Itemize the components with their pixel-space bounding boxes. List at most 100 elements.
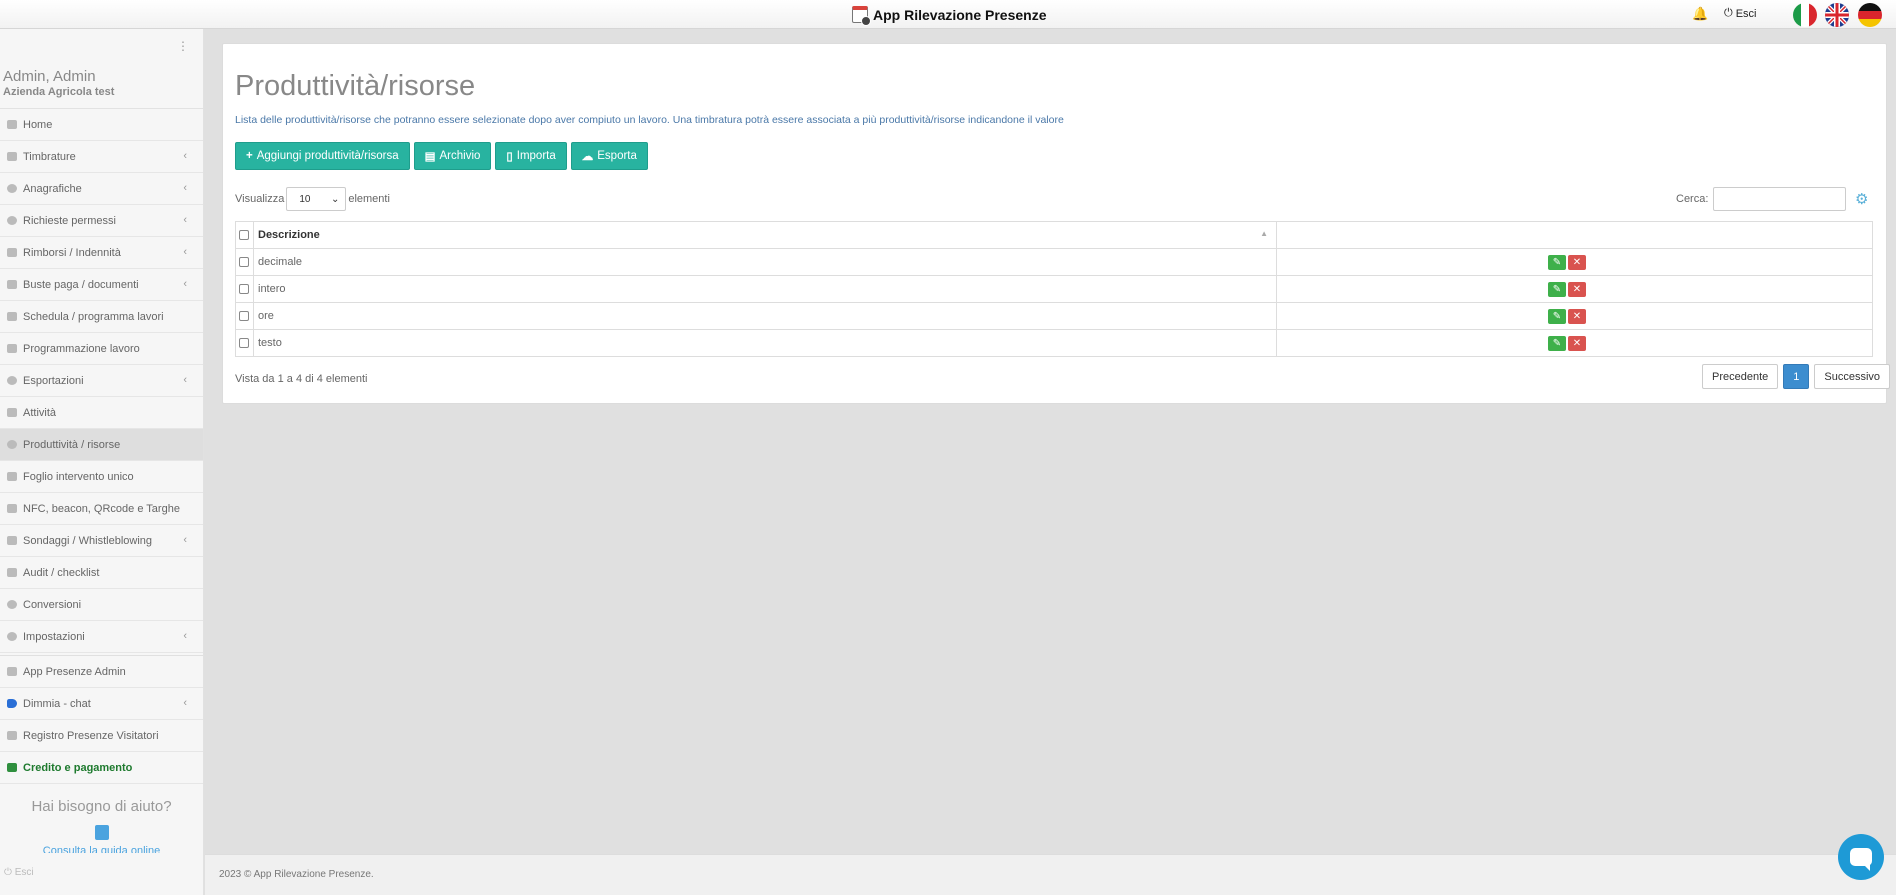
- sidebar: ⋮ Admin, Admin Azienda Agricola test Hom…: [0, 29, 204, 895]
- sidebar-item-sondaggi[interactable]: Sondaggi / Whistleblowing ‹: [0, 525, 203, 557]
- sidebar-item-dimmia-chat[interactable]: Dimmia - chat ‹: [0, 688, 203, 720]
- app-title-text: App Rilevazione Presenze: [873, 6, 1047, 23]
- chevron-left-icon: ‹: [183, 214, 187, 226]
- convert-icon: [7, 600, 17, 609]
- flag-german-icon[interactable]: [1858, 3, 1882, 27]
- power-icon: ⏻: [1724, 7, 1733, 19]
- help-title: Hai bisogno di aiuto?: [31, 798, 172, 815]
- search-input[interactable]: [1713, 187, 1847, 211]
- sidebar-item-esportazioni[interactable]: Esportazioni ‹: [0, 365, 203, 397]
- chat-bubble-icon: [1850, 848, 1872, 871]
- sheet-icon: [7, 472, 17, 481]
- sidebar-item-anagrafiche[interactable]: Anagrafiche ‹: [0, 173, 203, 205]
- tasks-icon: [7, 408, 17, 417]
- dimmia-icon: [7, 699, 17, 708]
- sidebar-item-app-presenze-admin[interactable]: App Presenze Admin: [0, 656, 203, 688]
- next-page-button[interactable]: Successivo: [1814, 364, 1891, 389]
- action-buttons: + Aggiungi produttività/risorsa ▤ Archivio…: [235, 142, 648, 170]
- pen-icon: [7, 731, 17, 740]
- sidebar-item-schedula[interactable]: Schedula / programma lavori: [0, 301, 203, 333]
- calendar-clock-icon: [852, 6, 871, 26]
- page-title: Produttività/risorse: [235, 70, 476, 102]
- sidebar-item-buste-paga[interactable]: Buste paga / documenti ‹: [0, 269, 203, 301]
- column-header-descrizione[interactable]: Descrizione ▲: [253, 221, 1277, 249]
- main-panel: Produttività/risorse Lista delle produtt…: [222, 43, 1891, 404]
- chevron-left-icon: ‹: [183, 150, 187, 162]
- table-row: intero ✎ ✕: [235, 275, 1873, 303]
- sidebar-logout[interactable]: ⏻ Esci: [4, 867, 34, 878]
- chevron-down-icon: ⌄: [330, 193, 340, 205]
- table-row: testo ✎ ✕: [235, 329, 1873, 357]
- help-link[interactable]: Consulta la guida online: [0, 845, 203, 853]
- flag-english-icon[interactable]: [1825, 3, 1849, 27]
- row-checkbox[interactable]: [235, 302, 254, 330]
- row-actions: ✎ ✕: [1276, 329, 1873, 357]
- sidebar-item-registro-visitatori[interactable]: Registro Presenze Visitatori: [0, 720, 203, 752]
- gear-icon[interactable]: ⚙: [1855, 190, 1868, 208]
- sidebar-item-richieste-permessi[interactable]: Richieste permessi ‹: [0, 205, 203, 237]
- row-description: intero: [253, 275, 1277, 303]
- row-checkbox[interactable]: [235, 329, 254, 357]
- search-control: Cerca:: [1676, 187, 1847, 211]
- tags-icon: [7, 504, 17, 513]
- sidebar-item-programmazione[interactable]: Programmazione lavoro: [0, 333, 203, 365]
- logout-button[interactable]: ⏻ Esci: [1724, 7, 1756, 20]
- sidebar-item-rimborsi[interactable]: Rimborsi / Indennità ‹: [0, 237, 203, 269]
- file-import-icon: ▯: [506, 151, 513, 163]
- page-length-select[interactable]: 10 ⌄: [286, 187, 347, 211]
- chevron-left-icon: ‹: [183, 246, 187, 258]
- delete-icon[interactable]: ✕: [1568, 335, 1586, 351]
- delete-icon[interactable]: ✕: [1568, 254, 1586, 270]
- table-row: ore ✎ ✕: [235, 302, 1873, 330]
- sidebar-menu-toggle-icon[interactable]: ⋮: [177, 39, 189, 53]
- briefcase-icon: [7, 312, 17, 321]
- previous-page-button[interactable]: Precedente: [1702, 364, 1779, 389]
- top-bar: App Rilevazione Presenze 🔔 ⏻ Esci: [0, 0, 1896, 29]
- chat-button[interactable]: [1838, 834, 1884, 880]
- row-checkbox[interactable]: [235, 275, 254, 303]
- sidebar-item-audit[interactable]: Audit / checklist: [0, 557, 203, 589]
- row-description: testo: [253, 329, 1277, 357]
- archive-icon: ▤: [424, 151, 436, 163]
- sidebar-item-foglio-intervento[interactable]: Foglio intervento unico: [0, 461, 203, 493]
- table-row: decimale ✎ ✕: [235, 248, 1873, 276]
- sidebar-item-credito[interactable]: Credito e pagamento: [0, 752, 203, 784]
- edit-icon[interactable]: ✎: [1548, 308, 1566, 324]
- list-icon: [7, 536, 17, 545]
- edit-icon[interactable]: ✎: [1548, 335, 1566, 351]
- home-icon: [7, 120, 17, 129]
- edit-icon[interactable]: ✎: [1548, 281, 1566, 297]
- settings-icon: [7, 632, 17, 641]
- help-box: Hai bisogno di aiuto? Consulta la guida …: [0, 798, 203, 853]
- sidebar-item-impostazioni[interactable]: Impostazioni ‹: [0, 621, 203, 653]
- sort-icon: ▲: [1260, 229, 1268, 238]
- flag-italian-icon[interactable]: [1793, 3, 1817, 27]
- import-button[interactable]: ▯ Importa: [495, 142, 567, 170]
- chevron-left-icon: ‹: [183, 630, 187, 642]
- pagination: Precedente 1 Successivo: [1702, 364, 1891, 389]
- plus-icon: +: [246, 150, 253, 162]
- row-actions: ✎ ✕: [1276, 275, 1873, 303]
- sidebar-item-conversioni[interactable]: Conversioni: [0, 589, 203, 621]
- sidebar-item-produttivita[interactable]: Produttività / risorse: [0, 429, 203, 461]
- footer-text: 2023 © App Rilevazione Presenze.: [219, 869, 374, 880]
- cloud-download-icon: [7, 376, 17, 385]
- sidebar-item-nfc[interactable]: NFC, beacon, QRcode e Targhe: [0, 493, 203, 525]
- edit-icon[interactable]: ✎: [1548, 254, 1566, 270]
- delete-icon[interactable]: ✕: [1568, 281, 1586, 297]
- sidebar-item-home[interactable]: Home: [0, 109, 203, 141]
- select-all-checkbox[interactable]: [235, 221, 254, 249]
- sidebar-menu: Home Timbrature ‹ Anagrafiche ‹ Richieste …: [0, 108, 203, 784]
- bell-icon[interactable]: 🔔: [1692, 6, 1708, 22]
- export-button[interactable]: ☁ Esporta: [570, 142, 648, 170]
- page-length-control: Visualizza 10 ⌄ elementi: [235, 187, 390, 211]
- sidebar-item-timbrature[interactable]: Timbrature ‹: [0, 141, 203, 173]
- add-resource-button[interactable]: + Aggiungi produttività/risorsa: [235, 142, 410, 170]
- archive-button[interactable]: ▤ Archivio: [413, 142, 492, 170]
- row-checkbox[interactable]: [235, 248, 254, 276]
- delete-icon[interactable]: ✕: [1568, 308, 1586, 324]
- page-1-button[interactable]: 1: [1783, 364, 1810, 389]
- checklist-icon: [7, 568, 17, 577]
- sidebar-item-attivita[interactable]: Attività: [0, 397, 203, 429]
- row-actions: ✎ ✕: [1276, 248, 1873, 276]
